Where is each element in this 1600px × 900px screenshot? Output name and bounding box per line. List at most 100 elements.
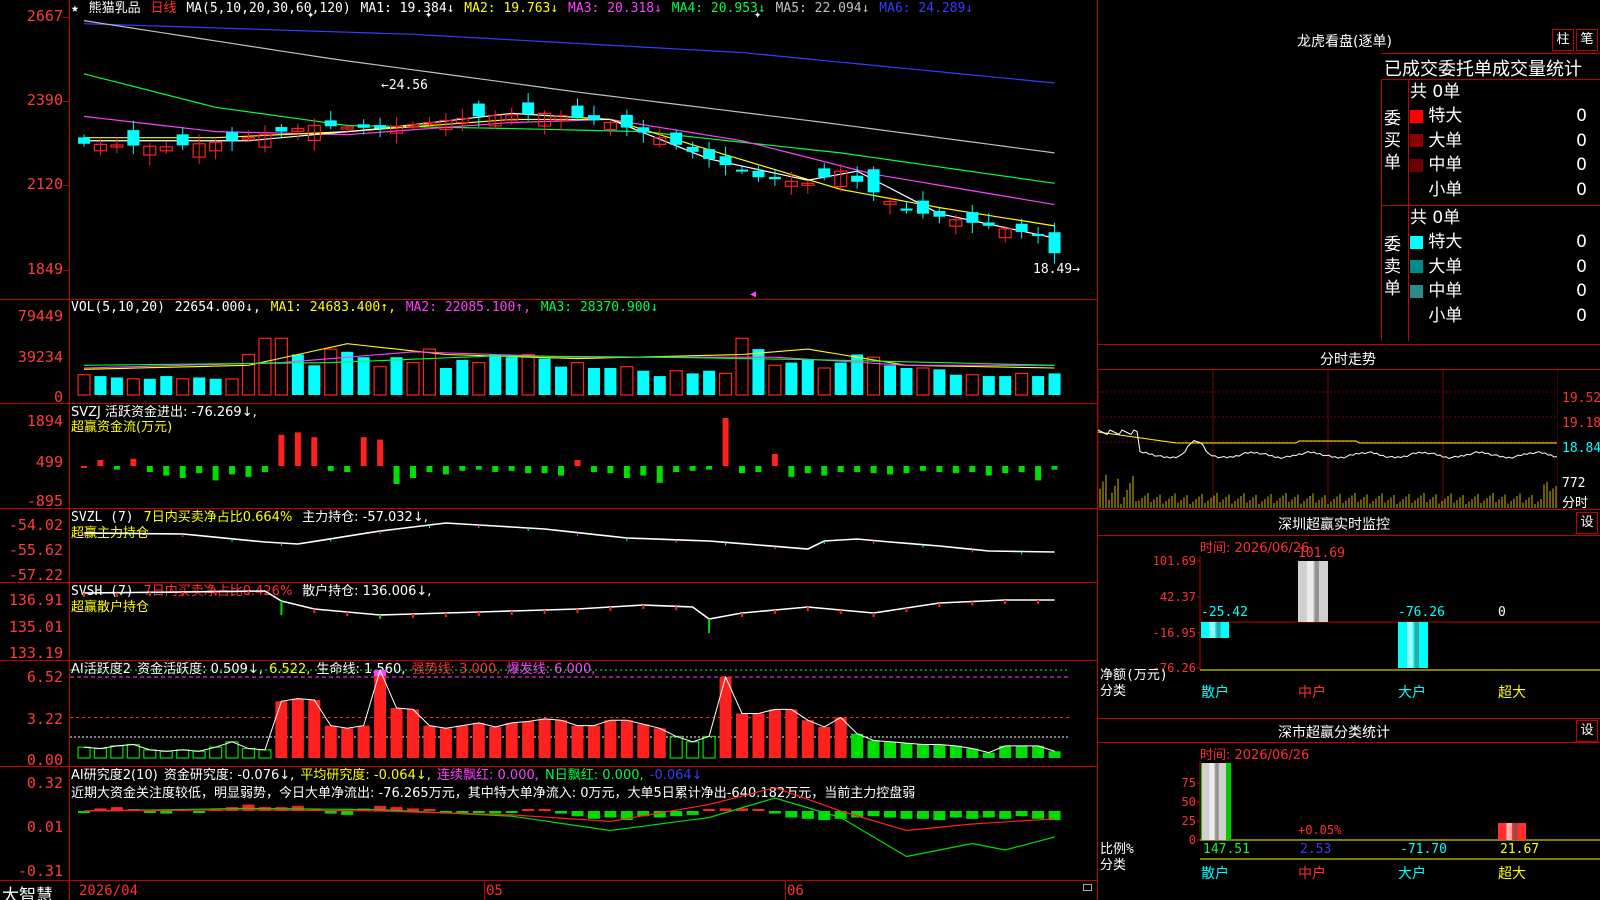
- bar-view-button[interactable]: 柱: [1552, 29, 1574, 51]
- volume-bar-down: [999, 376, 1012, 395]
- candle-down: [736, 169, 748, 172]
- activity-bar-hollow: [93, 747, 108, 759]
- research-bar: [884, 811, 897, 818]
- activity-bar: [571, 725, 584, 758]
- svsh-axis-label: 135.01: [8, 618, 63, 636]
- stat-title: 深市超赢分类统计: [1278, 725, 1390, 741]
- ai-research-axis-label: -0.31: [17, 862, 63, 880]
- activity-bar-hollow: [258, 749, 272, 759]
- minute-trend-chart[interactable]: [1098, 370, 1558, 508]
- svzj-bar: [788, 466, 795, 477]
- vol-axis-label: 0: [53, 388, 63, 406]
- stat-chart[interactable]: 75 50 25 0 +0.05% 147.51 2.53 -71.70 21.67 比例%分类 散…: [1098, 743, 1600, 900]
- activity-bar: [308, 699, 321, 758]
- research-bar: [703, 809, 716, 811]
- svzj-bar: [163, 466, 170, 476]
- activity-bar-hollow: [686, 741, 700, 759]
- sell-total: 共 0单: [1410, 208, 1461, 228]
- svzj-bar: [1002, 466, 1009, 474]
- order-row-大单: 大单00%: [1410, 129, 1600, 153]
- candle-down: [768, 176, 781, 180]
- ai-active-axis-label: 6.52: [26, 668, 63, 686]
- section-border: [1097, 344, 1600, 345]
- research-bar: [555, 811, 568, 814]
- stat-value: 2.53: [1300, 842, 1331, 857]
- activity-bar: [620, 720, 633, 758]
- activity-bar: [834, 717, 847, 758]
- volume-bar-down: [1032, 376, 1045, 395]
- activity-bar: [555, 720, 568, 758]
- candle-down: [933, 210, 946, 217]
- svzl-line: [83, 522, 1055, 553]
- activity-bar-hollow: [176, 749, 190, 759]
- monitor-category-label: 超大: [1498, 685, 1526, 701]
- ai-research-axis-label: 0.32: [26, 774, 63, 792]
- activity-bar: [291, 698, 304, 758]
- ai-active-chart[interactable]: [70, 661, 1097, 766]
- stat-settings-button[interactable]: 设: [1576, 720, 1598, 742]
- volume-bar-down: [834, 362, 847, 395]
- color-swatch-icon: [1410, 134, 1423, 147]
- minute-trend-title: 分时走势: [1320, 352, 1376, 368]
- monitor-category-label: 大户: [1398, 684, 1426, 701]
- activity-bar: [653, 728, 666, 758]
- candle-down: [587, 115, 600, 121]
- svzl-axis-label: -55.62: [8, 541, 63, 559]
- svzj-chart[interactable]: [70, 404, 1097, 508]
- tick-view-button[interactable]: 笔: [1576, 29, 1598, 51]
- volume-bar-down: [900, 368, 913, 395]
- candlestick-chart[interactable]: ✦ ✦ ✦ ◀: [70, 0, 1097, 299]
- order-type-label: 中单: [1423, 155, 1463, 175]
- svzj-bar: [146, 466, 153, 472]
- research-bar: [785, 811, 798, 818]
- volume-chart[interactable]: [70, 300, 1097, 403]
- volume-bar-down: [587, 368, 600, 395]
- svzl-axis-label: -54.02: [8, 516, 63, 534]
- month-divider: [785, 880, 786, 900]
- monitor-ylabel: 净额(万元): [1100, 668, 1168, 683]
- order-type-label: 特大: [1423, 106, 1463, 126]
- volume-bar-down: [752, 349, 765, 395]
- activity-bar: [785, 709, 798, 758]
- candle-down: [226, 132, 239, 141]
- svzj-bar: [459, 466, 466, 471]
- candle-down: [324, 120, 337, 127]
- order-count: 0: [1576, 281, 1587, 301]
- monitor-chart[interactable]: 101.6942.37-16.95-76.26-25.42101.69-76.2…: [1098, 536, 1600, 716]
- activity-bar: [324, 725, 337, 758]
- lock-icon[interactable]: [1083, 884, 1092, 891]
- stat-ylabel: 比例%: [1100, 842, 1134, 857]
- svsh-line: [83, 590, 1055, 620]
- candle-down: [818, 168, 831, 178]
- candle-down: [719, 156, 732, 166]
- svzj-bar: [870, 466, 877, 474]
- svzl-chart[interactable]: [70, 509, 1097, 582]
- stat-xlabel: 分类: [1100, 858, 1126, 873]
- svzj-bar: [574, 460, 581, 466]
- activity-bar: [982, 752, 995, 758]
- svzj-bar: [969, 466, 976, 472]
- monitor-settings-button[interactable]: 设: [1576, 512, 1598, 534]
- minute-axis-label: 772: [1562, 476, 1586, 491]
- activity-bar-hollow: [241, 747, 256, 759]
- monitor-bar-retail-shade: [1216, 622, 1221, 638]
- vol-axis-label: 79449: [17, 307, 63, 325]
- research-bar: [752, 809, 765, 811]
- ai-research-chart[interactable]: [70, 767, 1097, 880]
- monitor-category-label: 散户: [1201, 684, 1229, 701]
- activity-bar: [456, 725, 469, 758]
- svzj-bar: [837, 466, 844, 472]
- svzj-bar: [590, 466, 597, 472]
- activity-bar: [275, 701, 288, 758]
- svzj-bar: [393, 466, 400, 484]
- svzj-bar: [327, 466, 334, 471]
- date-axis-start: 2026/04: [79, 883, 139, 899]
- minute-axis-label: 19.52: [1562, 391, 1600, 406]
- order-row-中单: 中单00%: [1410, 279, 1600, 303]
- svzj-bar: [706, 466, 713, 470]
- stat-bar-xlarge-shade: [1513, 823, 1518, 840]
- order-stat-title: 已成交委托单成交量统计: [1384, 59, 1582, 80]
- svsh-chart[interactable]: [70, 583, 1097, 660]
- activity-bar: [505, 722, 518, 758]
- activity-bar-hollow: [225, 741, 239, 759]
